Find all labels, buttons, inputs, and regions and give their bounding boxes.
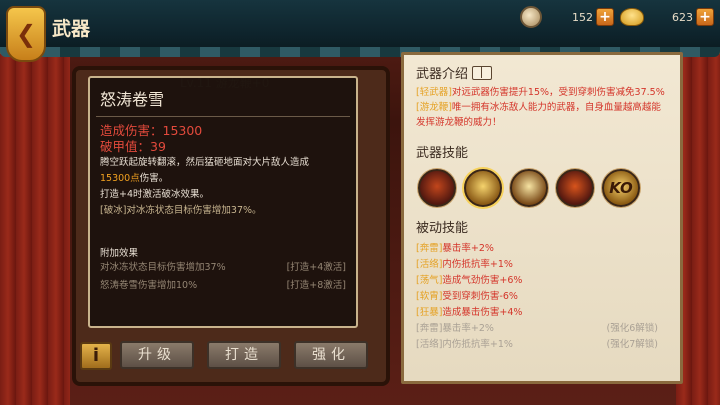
- coin-resource: 152 +: [520, 6, 614, 28]
- coin-count: 152: [572, 10, 593, 24]
- armor-break-stat: 破甲值：39: [100, 139, 166, 154]
- coin-icon: [520, 6, 542, 28]
- unlock-requirement: (强化7解锁): [606, 339, 658, 350]
- desc-part: 腾空跃起旋转翻滚，然后猛砸地面对大片敌人造成: [100, 157, 310, 168]
- passive-list: [奔雷]暴击率+2% [活络]内伤抵抗率+1% [荡气]造成气劲伤害+6% [软…: [416, 241, 670, 353]
- extra-effect-row: 怒涛卷雪伤害增加10% [打造+8激活]: [100, 277, 346, 295]
- page-title: 武器: [52, 18, 91, 40]
- skill-name: 怒涛卷雪: [100, 90, 165, 109]
- back-button[interactable]: ❮: [6, 6, 46, 62]
- extra-effect-label: 怒涛卷雪伤害增加10%: [100, 280, 198, 291]
- back-arrow-icon: ❮: [15, 20, 37, 48]
- passive-text: 受到穿刺伤害-6%: [442, 291, 518, 302]
- passive-tag: [狂暴]: [416, 307, 443, 318]
- passive-tag: [活络]: [416, 339, 443, 350]
- extra-effect-req: [打造+8激活]: [286, 280, 346, 291]
- passive-row: [活络]内伤抵抗率+1%: [416, 257, 670, 273]
- extra-effect-row: 对冰冻状态目标伤害增加37% [打造+4激活]: [100, 259, 346, 277]
- passive-tag: [软胄]: [416, 291, 443, 302]
- intro-heading-row: 武器介绍: [416, 63, 670, 82]
- extra-effects-heading: 附加效果: [100, 248, 139, 259]
- skill-ko-icon[interactable]: KO: [602, 169, 640, 207]
- desc-highlight: 15300点: [100, 173, 140, 184]
- gold-ingot-icon: [620, 8, 644, 26]
- unlock-requirement: (强化6解锁): [606, 323, 658, 334]
- skill-tooltip: 怒涛卷雪 造成伤害：15300 破甲值：39 腾空跃起旋转翻滚，然后猛砸地面对大…: [88, 76, 358, 328]
- skill-description: 腾空跃起旋转翻滚，然后猛砸地面对大片敌人造成 15300点伤害。 打造+4时激活…: [100, 155, 346, 219]
- desc-part: 打造+4时激活破冰效果。: [100, 189, 210, 200]
- passive-text: 造成暴击伤害+4%: [442, 307, 523, 318]
- passive-row: [奔雷]暴击率+2%: [416, 241, 670, 257]
- add-coin-button[interactable]: +: [596, 8, 614, 26]
- passive-text: 暴击率+2%: [442, 243, 494, 254]
- ingot-resource: 623 +: [620, 6, 714, 28]
- skill-fire-slash-icon[interactable]: [556, 169, 594, 207]
- extra-effect-req: [打造+4激活]: [286, 262, 346, 273]
- game-screen: ❮ 武器 152 + 623 + Lv.11 游龙鞭+0 怒涛卷雪 造成伤害：1…: [0, 0, 720, 405]
- passive-text: 内伤抵抗率+1%: [442, 259, 513, 270]
- extra-effect-label: 对冰冻状态目标伤害增加37%: [100, 262, 226, 273]
- add-ingot-button[interactable]: +: [696, 8, 714, 26]
- passive-row: [软胄]受到穿刺伤害-6%: [416, 289, 670, 305]
- skill-fire-spin-icon[interactable]: [418, 169, 456, 207]
- desc-part: 伤害。: [139, 173, 169, 184]
- skill-icon-row: KO: [418, 169, 670, 207]
- passive-row-locked: [活络]内伤抵抗率+1% (强化7解锁): [416, 337, 670, 353]
- passive-tag: [荡气]: [416, 275, 443, 286]
- passive-text: 内伤抵抗率+1%: [442, 339, 513, 350]
- weapon-intro: [轻武器]对远武器伤害提升15%，受到穿刺伤害减免37.5% [游龙鞭]唯一拥有…: [416, 85, 670, 130]
- passive-tag: [奔雷]: [416, 323, 443, 334]
- info-button[interactable]: i: [80, 342, 112, 370]
- intro-heading: 武器介绍: [416, 67, 469, 82]
- desc-tag: [破冰]: [100, 205, 127, 216]
- passive-row: [狂暴]造成暴击伤害+4%: [416, 305, 670, 321]
- intro-text: 唯一拥有冰冻敌人能力的武器，自身血量越高越能发挥游龙鞭的威力！: [416, 102, 661, 128]
- upgrade-button[interactable]: 升级: [120, 341, 194, 369]
- enhance-button[interactable]: 强化: [294, 341, 368, 369]
- skill-golden-wave-icon[interactable]: [464, 169, 502, 207]
- divider: [96, 116, 350, 117]
- weapon-info-panel: 武器介绍 [轻武器]对远武器伤害提升15%，受到穿刺伤害减免37.5% [游龙鞭…: [401, 52, 683, 384]
- forge-button[interactable]: 打造: [207, 341, 281, 369]
- passive-heading: 被动技能: [416, 221, 469, 236]
- passive-text: 暴击率+2%: [442, 323, 494, 334]
- intro-tag: [游龙鞭]: [416, 102, 452, 113]
- passive-row-locked: [奔雷]暴击率+2% (强化6解锁): [416, 321, 670, 337]
- skill-light-burst-icon[interactable]: [510, 169, 548, 207]
- passive-tag: [奔雷]: [416, 243, 443, 254]
- book-icon[interactable]: [472, 65, 493, 80]
- skills-heading: 武器技能: [416, 146, 469, 161]
- desc-part: 对冰冻状态目标伤害增加37%。: [126, 205, 262, 216]
- intro-text: 对远武器伤害提升15%，受到穿刺伤害减免37.5%: [451, 87, 665, 98]
- damage-stat: 造成伤害：15300: [100, 123, 203, 138]
- passive-text: 造成气劲伤害+6%: [442, 275, 523, 286]
- ingot-count: 623: [672, 10, 693, 24]
- passive-tag: [活络]: [416, 259, 443, 270]
- intro-tag: [轻武器]: [416, 87, 452, 98]
- passive-row: [荡气]造成气劲伤害+6%: [416, 273, 670, 289]
